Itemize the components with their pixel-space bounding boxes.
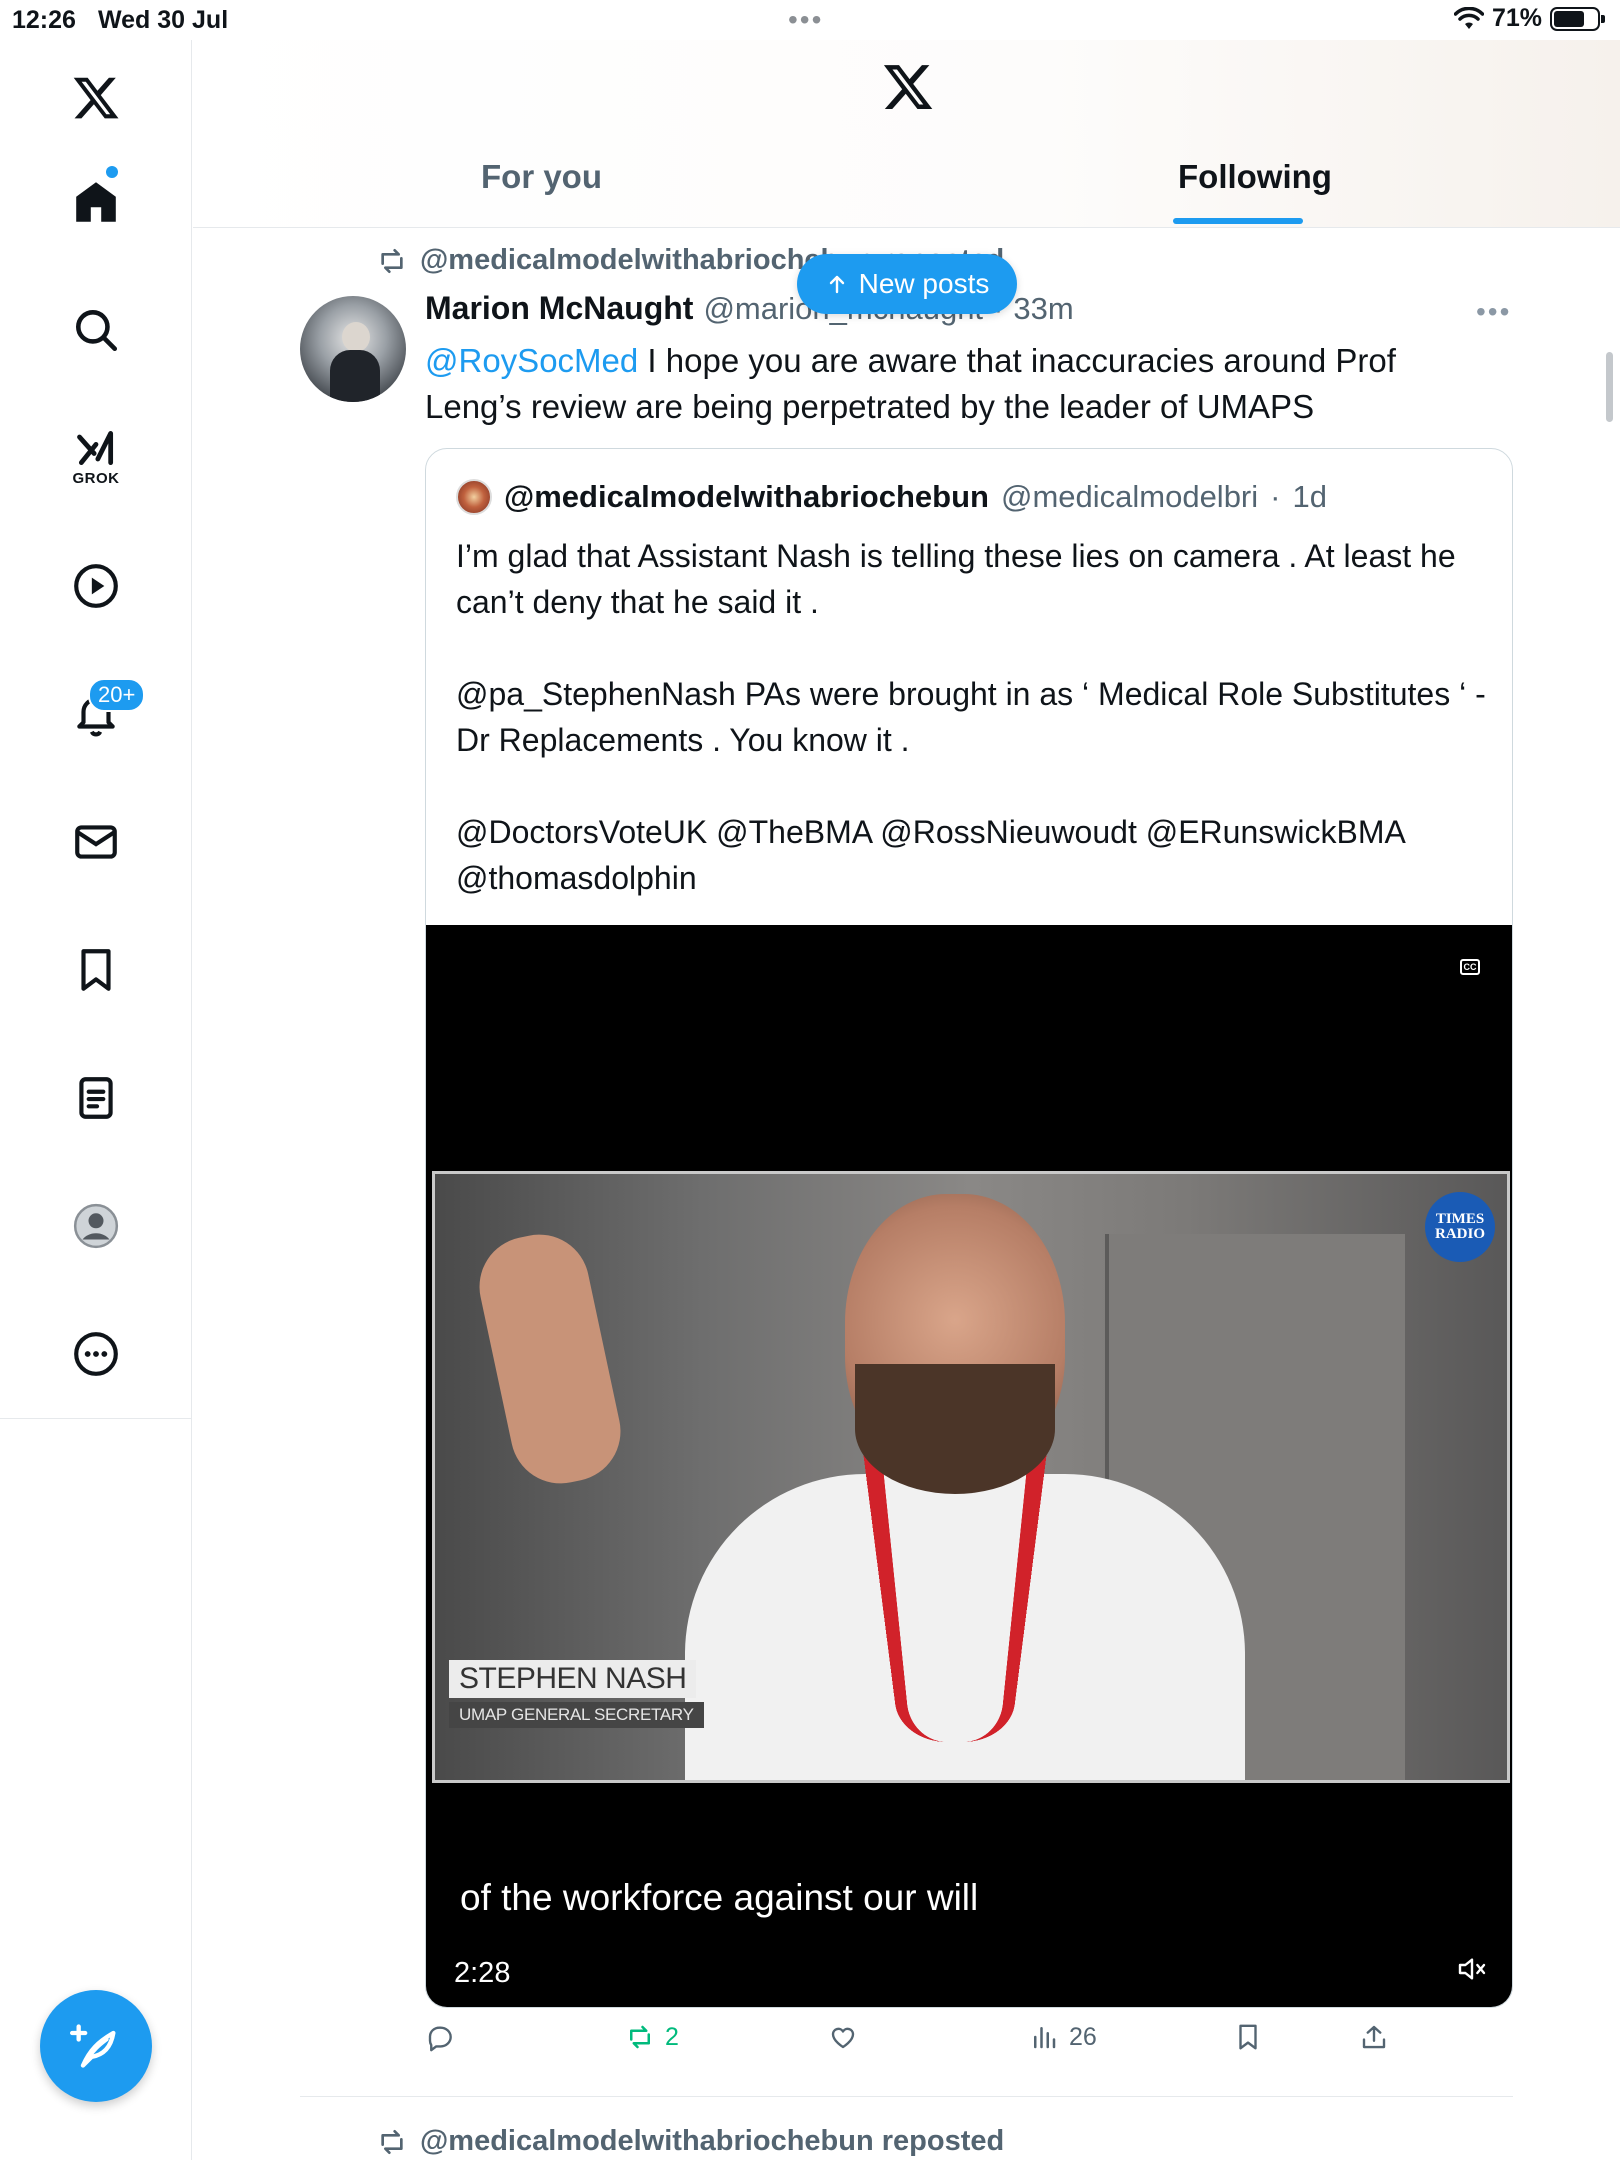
views-count: 26	[1069, 2022, 1097, 2051]
video-duration: 2:28	[454, 1957, 511, 1989]
unread-dot	[106, 166, 118, 178]
avatar[interactable]	[300, 296, 406, 402]
profile-avatar-icon	[73, 1203, 119, 1249]
status-indicators: 71%	[1453, 4, 1605, 33]
multitasking-dots-icon[interactable]: •••	[788, 4, 823, 36]
notification-badge: 20+	[88, 678, 146, 712]
reply-icon	[428, 2026, 452, 2052]
home-icon	[76, 182, 116, 222]
sidebar-item-articles[interactable]	[46, 1048, 146, 1148]
tweet-text: @RoySocMed I hope you are aware that ina…	[425, 338, 1435, 430]
tweet-actions: 2 26	[425, 2022, 1435, 2066]
share-button[interactable]	[1359, 2022, 1389, 2052]
video-person-beard	[855, 1364, 1055, 1494]
battery-icon	[1550, 6, 1605, 31]
repost-button[interactable]: 2	[625, 2022, 679, 2052]
feather-plus-icon	[70, 2024, 116, 2068]
video-caption: of the workforce against our will	[460, 1877, 979, 1918]
new-posts-label: New posts	[858, 268, 990, 299]
grok-label: GROK	[72, 469, 120, 487]
repost-count: 2	[665, 2022, 679, 2051]
views-button[interactable]: 26	[1029, 2022, 1097, 2052]
tab-for-you[interactable]: For you	[481, 158, 602, 196]
repost-icon	[630, 2025, 650, 2049]
quoted-tweet[interactable]: @medicalmodelwithabriochebun @medicalmod…	[425, 448, 1513, 2008]
author-name[interactable]: Marion McNaught	[425, 290, 693, 327]
quote-author-name: @medicalmodelwithabriochebun	[504, 479, 989, 514]
quote-paragraph: I’m glad that Assistant Nash is telling …	[456, 538, 1456, 620]
battery-fill	[1554, 10, 1584, 27]
more-options-icon[interactable]: •••	[1476, 296, 1511, 328]
sidebar-divider	[0, 1418, 192, 1419]
mention-link[interactable]: @RoySocMed	[425, 342, 638, 379]
reply-button[interactable]	[425, 2022, 465, 2052]
sidebar-item-grok[interactable]: GROK	[46, 406, 146, 506]
mail-icon	[75, 825, 117, 859]
quote-author-handle: @medicalmodelbri	[1000, 479, 1259, 514]
battery-percent: 71%	[1491, 4, 1542, 32]
status-date: Wed 30 Jul	[98, 6, 229, 34]
share-icon	[1362, 2025, 1386, 2049]
sidebar-item-home[interactable]	[46, 152, 146, 252]
sidebar-item-explore[interactable]	[46, 280, 146, 380]
quote-paragraph: @DoctorsVoteUK @TheBMA @RossNieuwoudt @E…	[456, 814, 1405, 896]
lower-third-name: STEPHEN NASH	[449, 1660, 697, 1698]
more-icon	[74, 1332, 118, 1376]
play-icon	[74, 564, 118, 608]
like-button[interactable]	[828, 2022, 868, 2052]
quote-text: I’m glad that Assistant Nash is telling …	[456, 533, 1486, 901]
video-frame: TIMES RADIO STEPHEN NASH UMAP GENERAL SE…	[432, 1171, 1510, 1783]
sidebar-item-profile[interactable]	[46, 1176, 146, 1276]
avatar-body	[330, 350, 380, 402]
quote-time: 1d	[1292, 479, 1327, 514]
x-logo-icon[interactable]	[46, 48, 146, 148]
sidebar-item-messages[interactable]	[46, 792, 146, 892]
sidebar-item-video[interactable]	[46, 536, 146, 636]
arrow-up-icon	[829, 275, 844, 294]
heart-icon	[831, 2027, 855, 2049]
compose-post-button[interactable]	[40, 1990, 152, 2102]
sidebar-item-bookmarks[interactable]	[46, 920, 146, 1020]
bookmark-icon	[1239, 2024, 1257, 2050]
separator: ·	[1270, 479, 1281, 514]
repost-context-label: @medicalmodelwithabriochebun reposted	[420, 2125, 1005, 2157]
mute-icon[interactable]	[1456, 1953, 1488, 1985]
views-chart-icon	[1034, 2027, 1056, 2049]
tweet-divider	[300, 2096, 1513, 2097]
active-tab-indicator	[1173, 218, 1303, 224]
timeline-header: For you Following	[193, 40, 1620, 228]
document-icon	[79, 1077, 113, 1119]
wifi-icon	[1453, 6, 1484, 29]
avatar-head	[342, 322, 370, 352]
sidebar: GROK 20+	[0, 40, 192, 2160]
lower-third-role: UMAP GENERAL SECRETARY	[449, 1702, 704, 1728]
repost-icon	[381, 2129, 403, 2154]
repost-icon	[381, 248, 403, 273]
video-player[interactable]: CC TIMES RADIO STEPHEN NASH UMAP GENERAL…	[426, 925, 1512, 2007]
sidebar-item-notifications[interactable]: 20+	[46, 664, 146, 764]
times-radio-logo: TIMES RADIO	[1425, 1192, 1495, 1262]
quote-paragraph: @pa_StephenNash PAs were brought in as ‘…	[456, 676, 1486, 758]
video-person-hand	[470, 1225, 630, 1493]
repost-context[interactable]: @medicalmodelwithabriochebun reposted	[376, 2125, 1004, 2158]
search-icon	[76, 310, 118, 352]
status-bar: 12:26 Wed 30 Jul ••• 71%	[0, 0, 1620, 40]
status-time: 12:26	[12, 6, 76, 34]
grok-icon	[77, 430, 114, 465]
tweet-time[interactable]: 33m	[1013, 291, 1073, 327]
closed-captions-icon[interactable]: CC	[1460, 959, 1480, 975]
quote-avatar	[456, 479, 492, 515]
quote-header: @medicalmodelwithabriochebun @medicalmod…	[456, 479, 1327, 515]
sidebar-item-more[interactable]	[46, 1304, 146, 1404]
tab-following[interactable]: Following	[1178, 158, 1332, 196]
scrollbar[interactable]	[1606, 352, 1613, 422]
x-logo-icon[interactable]	[881, 60, 935, 114]
new-posts-button[interactable]: New posts	[797, 254, 1017, 314]
bookmark-button[interactable]	[1233, 2022, 1263, 2052]
bookmark-icon	[81, 949, 111, 991]
